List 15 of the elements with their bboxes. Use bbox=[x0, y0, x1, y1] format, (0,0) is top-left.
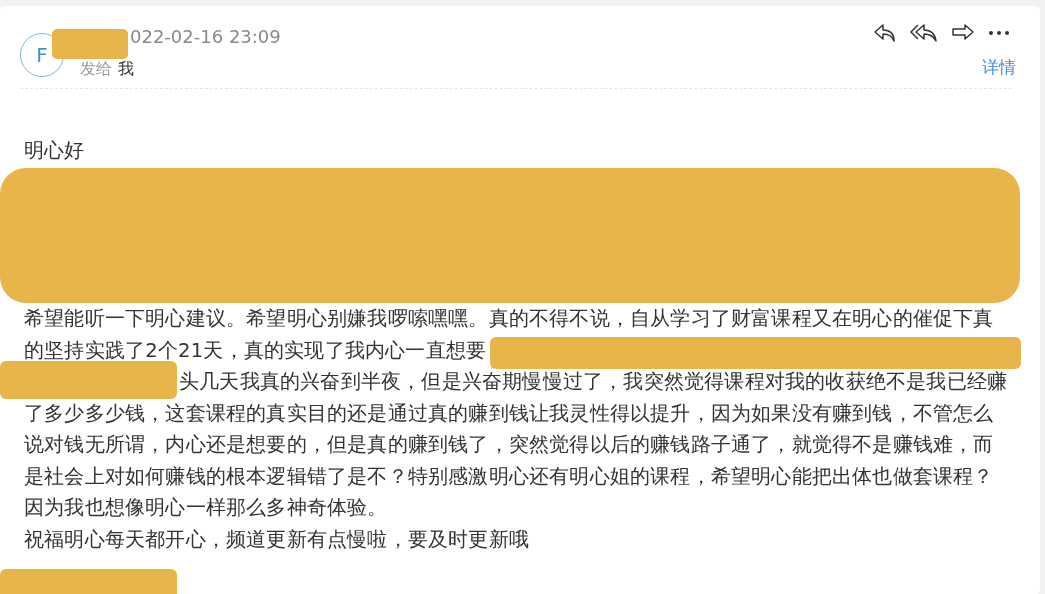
body-text: 希望能听一下明心建议。希望明心别嫌我啰嗦嘿嘿。真的不得不说，自从学习了财富课程又在明心的催促下真 bbox=[24, 307, 994, 330]
body-text: 明心好 bbox=[24, 139, 85, 162]
body-text: 是社会上对如何赚钱的根本逻辑错了是不？特别感激明心还有明心姐的课程，希望明心能把出体也做套课程？ bbox=[24, 464, 994, 488]
body-text: 说对钱无所谓，内心还是想要的，但是真的赚到钱了，突然觉得以后的赚钱路子通了，就觉得不是赚钱难，而 bbox=[24, 433, 994, 456]
to-label: 发给 bbox=[80, 58, 112, 80]
reply-all-icon[interactable] bbox=[910, 22, 938, 44]
sent-date: 022-02-16 23:09 bbox=[130, 25, 281, 49]
body-text: 了多少多少钱，这套课程的真实目的还是通过真的赚到钱让我灵性得以提升，因为如果没有赚到钱，不管怎么 bbox=[24, 401, 994, 425]
details-link[interactable]: 详情 bbox=[982, 56, 1016, 79]
reply-icon[interactable] bbox=[873, 22, 897, 44]
body-text: 的坚持实践了2个21天，真的实现了我内心一直想要 bbox=[24, 338, 487, 362]
recipient: 我 bbox=[118, 58, 134, 80]
body-text: 因为我也想像明心一样那么多神奇体验。 bbox=[24, 496, 388, 519]
body-text: 头几天我真的兴奋到半夜，但是兴奋期慢慢过了，我突然觉得课程对我的收获绝不是我已经赚 bbox=[179, 370, 1008, 393]
body-text: 祝福明心每天都开心，频道更新有点慢啦，要及时更新哦 bbox=[24, 527, 529, 551]
